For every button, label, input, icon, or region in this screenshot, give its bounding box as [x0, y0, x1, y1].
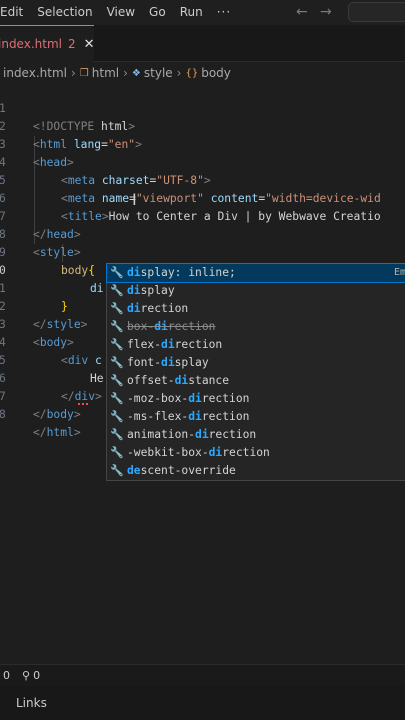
- suggest-item-label: -moz-box-direction: [127, 392, 250, 405]
- mouse-ibeam-cursor: I: [132, 190, 137, 209]
- menu-selection[interactable]: Selection: [30, 0, 99, 25]
- suggest-item-label: -ms-flex-direction: [127, 410, 250, 423]
- suggest-item[interactable]: 🔧 display: inline; Em: [106, 263, 405, 283]
- suggest-item[interactable]: 🔧 font-display: [107, 354, 405, 372]
- tab-label: index.html: [0, 37, 62, 51]
- bottom-panel: Links: [0, 686, 405, 720]
- suggest-item-label: descent-override: [127, 464, 236, 477]
- wrench-icon: 🔧: [110, 302, 124, 315]
- wrench-icon: 🔧: [110, 464, 124, 477]
- suggest-item-label: direction: [127, 302, 189, 315]
- code-line: 8 <style>: [0, 228, 81, 259]
- suggest-item[interactable]: 🔧 display: [107, 282, 405, 300]
- chevron-right-icon: ›: [123, 66, 128, 80]
- wrench-icon: 🔧: [110, 266, 124, 279]
- code-line: 1 <!DOCTYPE html>: [0, 82, 405, 133]
- menu-edit[interactable]: Edit: [0, 0, 30, 25]
- chevron-right-icon: ›: [70, 66, 76, 80]
- breadcrumb: index.html › ❒ html › ❖ style › {} body: [3, 63, 231, 83]
- code-line: 4 <meta charset="UTF-8">: [0, 156, 211, 187]
- links-button[interactable]: Links: [16, 696, 47, 710]
- suggest-item-label: offset-distance: [127, 374, 230, 387]
- menu-go[interactable]: Go: [142, 0, 173, 25]
- tab-problem-count: 2: [67, 37, 76, 51]
- chevron-right-icon: ›: [176, 66, 182, 80]
- suggest-item[interactable]: 🔧 -moz-box-direction: [107, 390, 405, 408]
- status-errors[interactable]: 0: [3, 669, 10, 682]
- breadcrumb-html[interactable]: html: [92, 66, 119, 80]
- close-icon[interactable]: ✕: [84, 37, 95, 52]
- suggest-item-label: display: [127, 284, 175, 297]
- menu-more-button[interactable]: ···: [210, 0, 238, 25]
- suggest-item[interactable]: 🔧 box-direction: [107, 318, 405, 336]
- arrow-right-icon[interactable]: →: [320, 4, 332, 20]
- element-icon: ❒: [79, 67, 89, 79]
- suggest-item-label: animation-direction: [127, 428, 257, 441]
- arrow-left-icon[interactable]: ←: [296, 4, 308, 20]
- suggest-detail: Em: [394, 267, 405, 278]
- selector-icon: {}: [185, 67, 199, 79]
- suggest-item[interactable]: 🔧 -ms-flex-direction: [107, 408, 405, 426]
- tag-name: body: [46, 408, 74, 421]
- code-line: 5 <meta name="viewport" content="width=d…: [0, 174, 381, 205]
- breadcrumb-style[interactable]: style: [144, 66, 173, 80]
- suggest-item-label: font-display: [127, 356, 209, 369]
- breadcrumb-body[interactable]: body: [201, 66, 231, 80]
- suggest-item[interactable]: 🔧 flex-direction: [107, 336, 405, 354]
- status-bar: 0 ⚲ 0: [0, 664, 405, 686]
- code-line: 9 body{: [0, 226, 405, 277]
- element-icon: ❖: [131, 67, 141, 79]
- menu-run[interactable]: Run: [173, 0, 210, 25]
- wrench-icon: 🔧: [110, 410, 124, 423]
- suggest-item[interactable]: 🔧 -webkit-box-direction: [107, 444, 405, 462]
- code-line: 6 <title>How to Center a Div | by Webwav…: [0, 192, 381, 223]
- suggest-item[interactable]: 🔧 descent-override: [107, 462, 405, 480]
- error-squiggle: [78, 401, 88, 405]
- suggest-item[interactable]: 🔧 offset-distance: [107, 372, 405, 390]
- suggest-item[interactable]: 🔧 direction: [107, 300, 405, 318]
- code-line-active: 0 di: [0, 244, 405, 295]
- status-ports[interactable]: 0: [33, 669, 40, 682]
- suggest-item-label: -webkit-box-direction: [127, 446, 270, 459]
- autocomplete-suggest-widget[interactable]: 🔧 display: inline; Em 🔧 display 🔧 direction 🔧 bo…: [106, 263, 405, 481]
- editor-tab-bar: index.html 2 ✕: [0, 25, 405, 62]
- menu-view[interactable]: View: [100, 0, 142, 25]
- line-number: 8: [0, 408, 6, 421]
- code-line: 2 <html lang="en">: [0, 120, 142, 151]
- wrench-icon: 🔧: [110, 392, 124, 405]
- menu-bar: Edit Selection View Go Run ···: [0, 0, 405, 25]
- wrench-icon: 🔧: [110, 446, 124, 459]
- wrench-icon: 🔧: [110, 356, 124, 369]
- wrench-icon: 🔧: [110, 320, 124, 333]
- code-line: 7 </head>: [0, 210, 81, 241]
- code-line: 3 <head>: [0, 138, 74, 169]
- command-center-search[interactable]: [348, 2, 405, 22]
- suggest-item-label: flex-direction: [127, 338, 223, 351]
- wrench-icon: 🔧: [110, 338, 124, 351]
- wrench-icon: 🔧: [110, 428, 124, 441]
- suggest-item-label: box-direction: [127, 320, 216, 333]
- wrench-icon: 🔧: [110, 374, 124, 387]
- suggest-item[interactable]: 🔧 animation-direction: [107, 426, 405, 444]
- breadcrumb-file[interactable]: index.html: [3, 66, 67, 80]
- tab-index-html[interactable]: index.html 2 ✕: [0, 25, 95, 62]
- broadcast-icon[interactable]: ⚲: [22, 669, 30, 682]
- wrench-icon: 🔧: [110, 284, 124, 297]
- tag-name: html: [46, 426, 74, 439]
- suggest-item-label: display: inline;: [127, 266, 236, 279]
